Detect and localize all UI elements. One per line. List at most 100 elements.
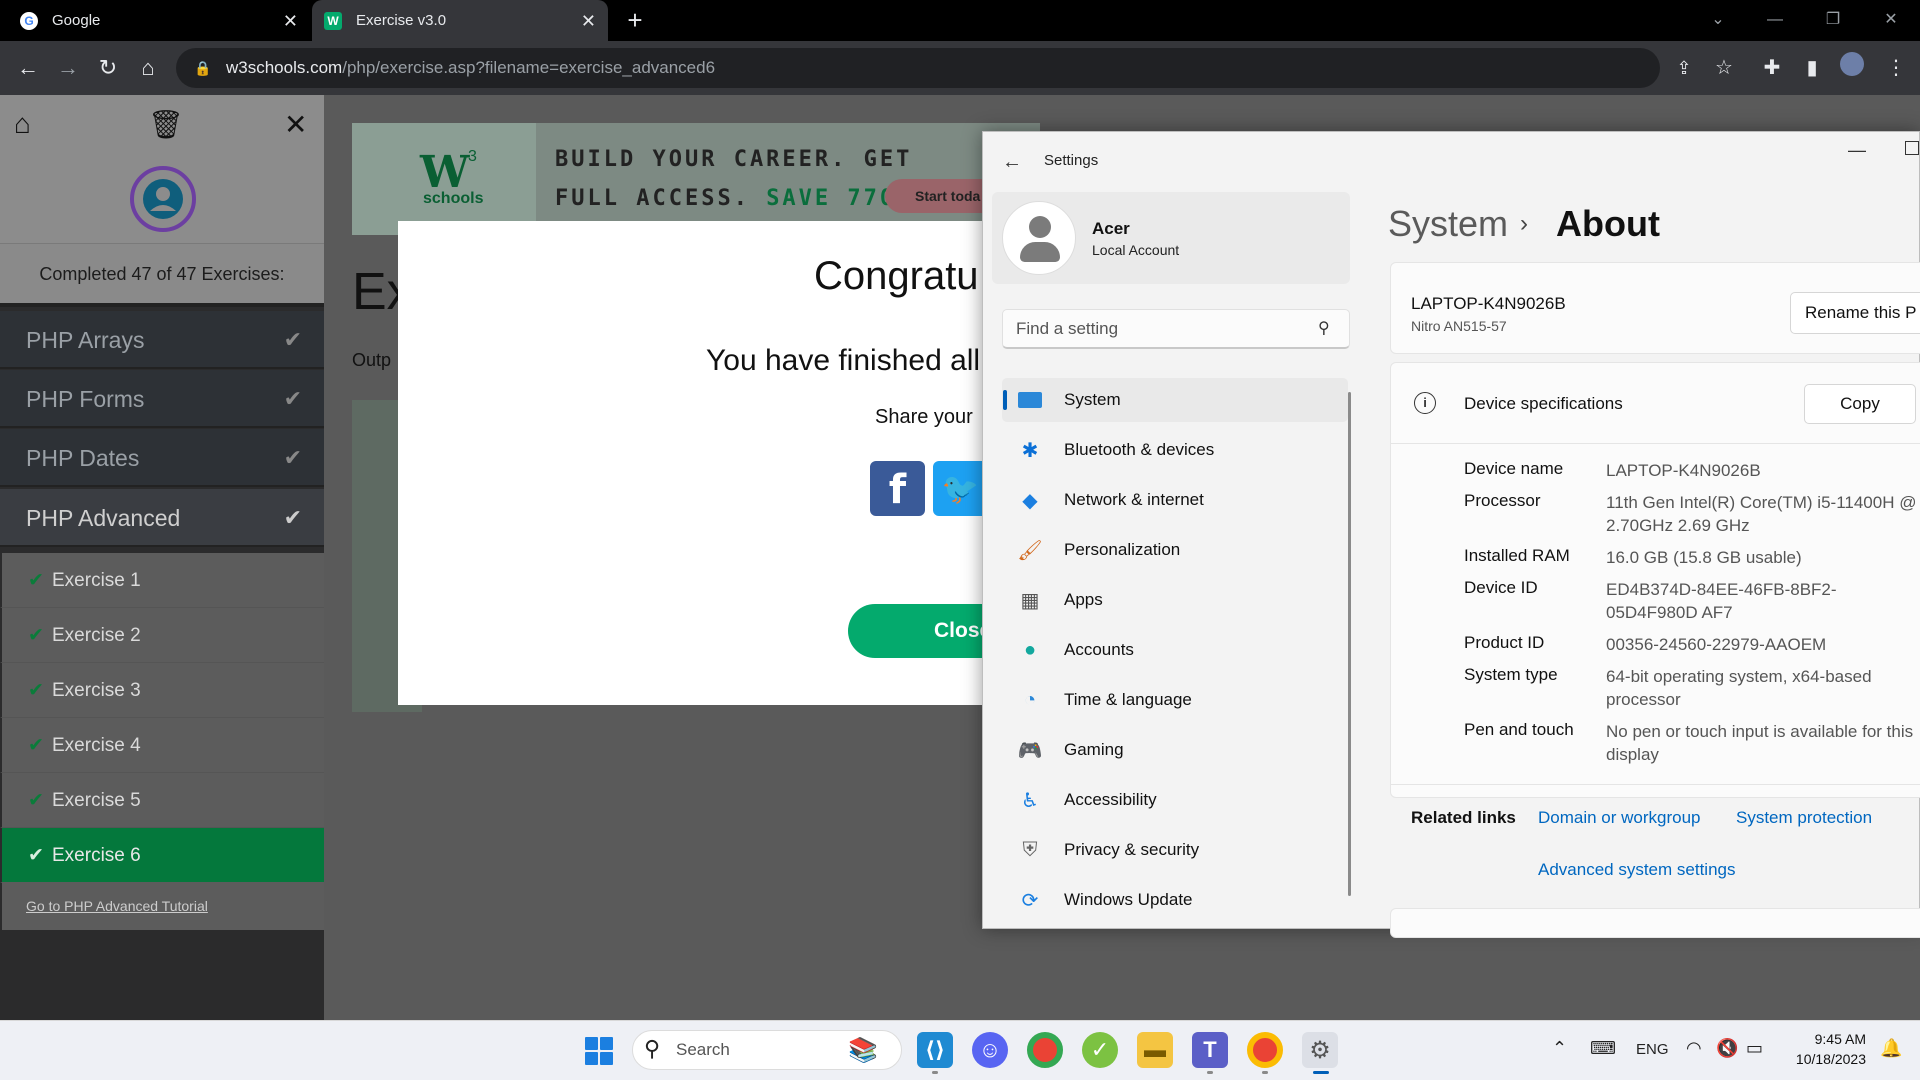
- exercise-item-4[interactable]: ✔ Exercise 4: [0, 718, 324, 773]
- chevron-up-icon[interactable]: ⌃: [1552, 1038, 1567, 1059]
- menu-icon[interactable]: ⋮: [1880, 52, 1912, 84]
- bluetooth-icon: ✱: [1021, 439, 1039, 462]
- settings-maximize-button[interactable]: [1905, 141, 1919, 155]
- browser-tab-strip: G Google ✕ W Exercise v3.0 ✕ + ⌄ — ❐ ✕: [0, 0, 1920, 41]
- tutorial-link[interactable]: Go to PHP Advanced Tutorial: [2, 882, 324, 930]
- exercise-item-6[interactable]: ✔ Exercise 6: [0, 828, 324, 883]
- exercise-item-1[interactable]: ✔ Exercise 1: [0, 553, 324, 608]
- new-tab-button[interactable]: +: [620, 6, 650, 36]
- close-window-button[interactable]: ✕: [1868, 4, 1914, 36]
- checkmark-icon: ✔: [28, 570, 44, 591]
- nav-item-windows-update[interactable]: ⟳ Windows Update: [1002, 878, 1348, 922]
- nav-item-network[interactable]: ◆ Network & internet: [1002, 478, 1348, 522]
- rename-pc-button[interactable]: Rename this P: [1790, 292, 1920, 334]
- nav-item-gaming[interactable]: 🎮 Gaming: [1002, 728, 1348, 772]
- battery-icon[interactable]: ▭: [1746, 1038, 1763, 1059]
- nav-item-personalization[interactable]: 🖌 Personalization: [1002, 528, 1348, 572]
- keyboard-icon[interactable]: ⌨: [1590, 1038, 1616, 1059]
- advanced-system-settings-link[interactable]: Advanced system settings: [1538, 860, 1735, 880]
- exercise-item-3[interactable]: ✔ Exercise 3: [0, 663, 324, 718]
- facebook-icon[interactable]: f: [870, 461, 925, 516]
- clock-globe-icon: ◔: [1023, 688, 1037, 711]
- wifi-icon[interactable]: ◠: [1686, 1038, 1702, 1059]
- close-icon[interactable]: ✕: [284, 108, 307, 141]
- nav-label: Time & language: [1064, 690, 1192, 709]
- trash-icon[interactable]: 🗑: [148, 108, 184, 141]
- file-explorer-icon[interactable]: ▬: [1137, 1032, 1173, 1068]
- chrome-profile-icon[interactable]: [1247, 1032, 1283, 1068]
- language-indicator[interactable]: ENG: [1636, 1041, 1669, 1058]
- nav-item-privacy[interactable]: ⛨ Privacy & security: [1002, 828, 1348, 872]
- banner-line-2a: FULL ACCESS.: [555, 186, 767, 211]
- home-icon[interactable]: ⌂: [14, 108, 31, 140]
- nav-item-apps[interactable]: ▦ Apps: [1002, 578, 1348, 622]
- clock-time[interactable]: 9:45 AM: [1786, 1031, 1866, 1047]
- clock-date[interactable]: 10/18/2023: [1786, 1051, 1866, 1067]
- back-icon[interactable]: ←: [12, 52, 44, 84]
- spec-label: Installed RAM: [1464, 546, 1570, 565]
- share-icon[interactable]: ⇪: [1668, 52, 1700, 84]
- close-tab-icon[interactable]: ✕: [283, 11, 298, 32]
- restore-button[interactable]: ❐: [1810, 4, 1856, 36]
- user-avatar-icon[interactable]: [130, 166, 196, 232]
- discord-icon[interactable]: ☺: [972, 1032, 1008, 1068]
- forward-icon[interactable]: →: [52, 52, 84, 84]
- notification-bell-icon[interactable]: 🔔: [1880, 1038, 1902, 1059]
- nav-scrollbar[interactable]: [1348, 392, 1351, 896]
- home-icon[interactable]: ⌂: [132, 52, 164, 84]
- user-avatar-icon: [1002, 201, 1076, 275]
- profile-avatar[interactable]: [1836, 52, 1868, 84]
- category-php-forms[interactable]: PHP Forms ✔: [0, 370, 324, 428]
- account-icon: ●: [1023, 638, 1037, 661]
- category-label: PHP Arrays: [26, 327, 145, 353]
- nav-item-accessibility[interactable]: ♿ Accessibility: [1002, 778, 1348, 822]
- copy-button[interactable]: Copy: [1804, 384, 1916, 424]
- tab-exercise[interactable]: W Exercise v3.0 ✕: [312, 0, 608, 41]
- search-highlight-icon: 📚: [848, 1037, 878, 1064]
- exercise-label: Exercise 2: [52, 625, 141, 646]
- side-panel-icon[interactable]: ▮: [1796, 52, 1828, 84]
- exercise-item-5[interactable]: ✔ Exercise 5: [0, 773, 324, 828]
- close-tab-icon[interactable]: ✕: [581, 11, 596, 32]
- category-php-advanced[interactable]: PHP Advanced ✔: [0, 489, 324, 547]
- nav-item-system[interactable]: System: [1002, 378, 1348, 422]
- nav-item-time-language[interactable]: ◔ Time & language: [1002, 678, 1348, 722]
- category-php-dates[interactable]: PHP Dates ✔: [0, 429, 324, 487]
- minimize-button[interactable]: —: [1752, 4, 1798, 36]
- bookmark-star-icon[interactable]: ☆: [1708, 52, 1740, 84]
- vscode-icon[interactable]: ⟨⟩: [917, 1032, 953, 1068]
- category-php-arrays[interactable]: PHP Arrays ✔: [0, 311, 324, 369]
- exercise-item-2[interactable]: ✔ Exercise 2: [0, 608, 324, 663]
- chrome-icon[interactable]: [1027, 1032, 1063, 1068]
- settings-minimize-button[interactable]: —: [1848, 140, 1866, 161]
- extensions-icon[interactable]: ✚: [1756, 52, 1788, 84]
- category-label: PHP Forms: [26, 386, 145, 412]
- specs-heading[interactable]: Device specifications: [1464, 394, 1623, 414]
- find-setting-input[interactable]: Find a setting: [1002, 309, 1350, 349]
- windows-start-icon[interactable]: [585, 1037, 613, 1065]
- running-indicator: [1262, 1071, 1268, 1074]
- exercise-label: Exercise 4: [52, 735, 141, 756]
- tab-search-icon[interactable]: ⌄: [1695, 4, 1741, 36]
- completed-count: Completed 47 of 47 Exercises:: [0, 243, 324, 307]
- app-icon[interactable]: ✓: [1082, 1032, 1118, 1068]
- back-arrow-icon[interactable]: ←: [1002, 151, 1022, 174]
- breadcrumb-parent[interactable]: System: [1388, 203, 1508, 245]
- tab-title: Google: [52, 12, 101, 29]
- address-bar[interactable]: 🔒 w3schools.com/php/exercise.asp?filenam…: [176, 48, 1660, 88]
- domain-workgroup-link[interactable]: Domain or workgroup: [1538, 808, 1701, 828]
- reload-icon[interactable]: ↻: [92, 52, 124, 84]
- teams-icon[interactable]: T: [1192, 1032, 1228, 1068]
- nav-item-accounts[interactable]: ● Accounts: [1002, 628, 1348, 672]
- checkmark-icon: ✔: [283, 386, 302, 411]
- tab-google[interactable]: G Google ✕: [8, 0, 310, 41]
- pc-name: LAPTOP-K4N9026B: [1411, 294, 1566, 313]
- volume-muted-icon[interactable]: 🔇: [1716, 1038, 1738, 1059]
- shield-icon: ⛨: [1022, 838, 1038, 861]
- twitter-icon[interactable]: 🐦: [933, 461, 988, 516]
- nav-item-bluetooth[interactable]: ✱ Bluetooth & devices: [1002, 428, 1348, 472]
- spec-label: Device name: [1464, 459, 1564, 478]
- tab-title: Exercise v3.0: [356, 12, 447, 29]
- settings-gear-icon[interactable]: ⚙: [1302, 1032, 1338, 1068]
- system-protection-link[interactable]: System protection: [1736, 808, 1872, 828]
